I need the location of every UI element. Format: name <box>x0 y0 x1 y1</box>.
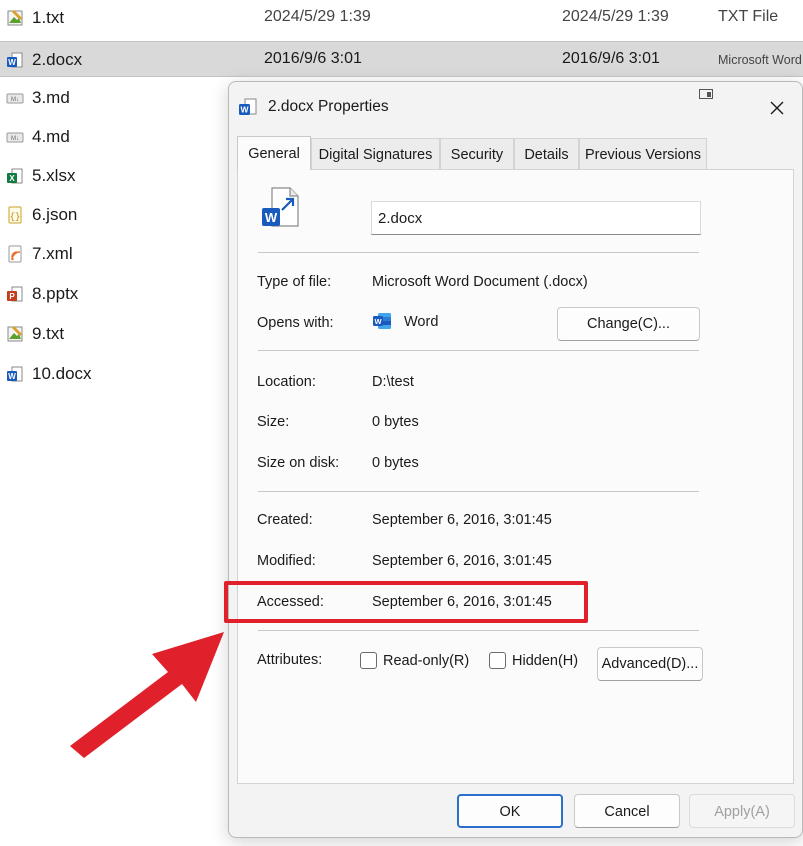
svg-text:W: W <box>265 210 278 225</box>
svg-text:X: X <box>9 174 15 183</box>
hidden-option[interactable]: Hidden(H) <box>489 652 578 669</box>
word-file-icon: W <box>7 366 23 382</box>
read-only-checkbox[interactable] <box>360 652 377 669</box>
file-name: 9.txt <box>32 324 65 343</box>
size-on-disk-label: Size on disk: <box>257 455 340 471</box>
word-document-icon: W <box>262 187 299 227</box>
accessed-highlight-box <box>224 581 588 623</box>
tab-general[interactable]: General <box>237 136 311 170</box>
divider <box>258 491 699 492</box>
file-row-2-docx[interactable]: W 2.docx 2016/9/6 3:01 2016/9/6 3:01 Mic… <box>0 41 803 77</box>
tab-details[interactable]: Details <box>514 138 579 170</box>
markdown-file-icon: M↓ <box>6 93 24 104</box>
excel-file-icon: X <box>7 168 23 184</box>
type-of-file-label: Type of file: <box>257 274 332 290</box>
file-name: 8.pptx <box>32 284 79 303</box>
file-name: 2.docx <box>32 50 83 69</box>
cancel-button[interactable]: Cancel <box>574 794 680 828</box>
location-label: Location: <box>257 374 316 390</box>
read-only-label: Read-only(R) <box>383 652 470 669</box>
file-name-input[interactable] <box>371 201 701 235</box>
file-name: 1.txt <box>32 8 65 27</box>
ok-button[interactable]: OK <box>457 794 563 828</box>
size-on-disk-value: 0 bytes <box>372 455 419 471</box>
modified-value: September 6, 2016, 3:01:45 <box>372 553 552 569</box>
svg-text:M↓: M↓ <box>11 136 19 142</box>
size-value: 0 bytes <box>372 414 419 430</box>
opens-with-label: Opens with: <box>257 315 334 331</box>
red-arrow-icon <box>70 632 224 758</box>
size-label: Size: <box>257 414 290 430</box>
file-name: 10.docx <box>32 364 92 383</box>
file-name: 3.md <box>32 88 70 107</box>
markdown-file-icon: M↓ <box>6 132 24 143</box>
json-file-icon: {} <box>8 206 22 224</box>
text-file-icon <box>7 326 23 342</box>
change-button[interactable]: Change(C)... <box>557 307 700 341</box>
modified-label: Modified: <box>257 553 316 569</box>
divider <box>258 252 699 253</box>
tab-security[interactable]: Security <box>440 138 514 170</box>
powerpoint-file-icon: P <box>7 286 23 302</box>
file-name: 4.md <box>32 127 70 146</box>
file-type: Microsoft Word <box>718 53 802 67</box>
file-name: 7.xml <box>32 244 73 263</box>
divider <box>258 630 699 631</box>
type-of-file-value: Microsoft Word Document (.docx) <box>372 274 588 290</box>
advanced-button[interactable]: Advanced(D)... <box>597 647 703 681</box>
word-app-icon: W <box>373 313 391 329</box>
svg-text:W: W <box>8 372 16 381</box>
dialog-title-bar[interactable]: W 2.docx Properties <box>229 82 802 132</box>
opens-with-value: Word <box>404 314 439 330</box>
divider <box>258 350 699 351</box>
tab-previous-versions[interactable]: Previous Versions <box>579 138 707 170</box>
properties-dialog: W 2.docx Properties General Digital Sign… <box>228 81 803 838</box>
file-modified-date: 2024/5/29 1:39 <box>562 8 669 25</box>
svg-text:M↓: M↓ <box>11 97 19 103</box>
word-file-icon: W <box>239 98 257 115</box>
svg-text:W: W <box>240 105 249 115</box>
file-modified-date: 2016/9/6 3:01 <box>562 50 660 67</box>
svg-text:W: W <box>8 58 16 67</box>
file-type: TXT File <box>718 8 779 25</box>
text-file-icon <box>7 10 23 26</box>
hidden-label: Hidden(H) <box>512 652 579 669</box>
file-row-1-txt[interactable]: 1.txt 2024/5/29 1:39 2024/5/29 1:39 TXT … <box>0 0 803 36</box>
file-created-date: 2016/9/6 3:01 <box>264 50 362 67</box>
file-name: 6.json <box>32 205 78 224</box>
word-file-icon: W <box>7 52 23 68</box>
svg-text:{}: {} <box>10 212 21 222</box>
read-only-option[interactable]: Read-only(R) <box>360 652 469 669</box>
file-name: 5.xlsx <box>32 166 76 185</box>
close-icon[interactable] <box>765 96 789 120</box>
dialog-title: 2.docx Properties <box>268 98 389 115</box>
location-value: D:\test <box>372 374 414 390</box>
tab-digital-signatures[interactable]: Digital Signatures <box>311 138 440 170</box>
created-label: Created: <box>257 512 313 528</box>
snap-layout-icon[interactable] <box>699 89 713 99</box>
general-tab-panel: W Type of file: Microsoft Word Document … <box>237 169 794 784</box>
xml-file-icon <box>8 245 22 263</box>
hidden-checkbox[interactable] <box>489 652 506 669</box>
apply-button[interactable]: Apply(A) <box>689 794 795 828</box>
file-created-date: 2024/5/29 1:39 <box>264 8 371 25</box>
created-value: September 6, 2016, 3:01:45 <box>372 512 552 528</box>
svg-text:W: W <box>374 317 382 326</box>
attributes-label: Attributes: <box>257 652 323 668</box>
svg-text:P: P <box>9 292 15 301</box>
